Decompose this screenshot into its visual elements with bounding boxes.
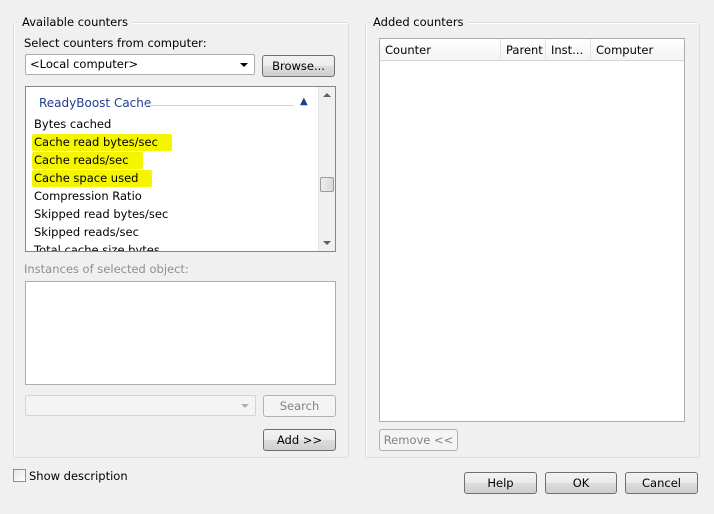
computer-select[interactable]: <Local computer> <box>25 54 255 75</box>
column-counter[interactable]: Counter <box>380 39 501 61</box>
instances-list[interactable] <box>25 281 336 385</box>
category-divider <box>144 105 294 106</box>
counters-list[interactable]: ReadyBoost Cache ▲ Bytes cached Cache rea… <box>25 86 336 252</box>
counter-item[interactable]: Cache space used <box>32 170 153 187</box>
counter-item[interactable]: Total cache size bytes <box>32 242 162 251</box>
added-list-header: Counter Parent Inst... Computer <box>380 39 684 61</box>
scroll-thumb[interactable] <box>320 177 334 192</box>
collapse-chevron-icon[interactable]: ▲ <box>300 96 308 107</box>
chevron-down-icon <box>241 404 249 408</box>
cancel-button[interactable]: Cancel <box>625 472 698 494</box>
category-header[interactable]: ReadyBoost Cache <box>39 96 151 110</box>
browse-button[interactable]: Browse... <box>262 55 335 77</box>
show-description-checkbox[interactable] <box>13 469 26 482</box>
counter-item[interactable]: Skipped reads/sec <box>32 224 141 241</box>
computer-select-value: <Local computer> <box>30 57 139 71</box>
counters-scrollbar[interactable] <box>318 87 335 251</box>
scroll-down-icon[interactable] <box>323 241 331 245</box>
added-counters-title: Added counters <box>370 15 467 29</box>
counter-item[interactable]: Cache read bytes/sec <box>32 134 172 151</box>
instances-search-select[interactable] <box>25 395 256 416</box>
search-button[interactable]: Search <box>263 395 336 417</box>
counter-item[interactable]: Bytes cached <box>32 116 113 133</box>
available-counters-title: Available counters <box>19 15 131 29</box>
help-button[interactable]: Help <box>464 472 537 494</box>
show-description-label[interactable]: Show description <box>29 469 128 483</box>
chevron-down-icon <box>240 63 248 67</box>
counter-item[interactable]: Compression Ratio <box>32 188 144 205</box>
column-computer[interactable]: Computer <box>591 39 684 61</box>
instances-label: Instances of selected object: <box>24 262 189 276</box>
remove-button[interactable]: Remove << <box>379 429 458 451</box>
added-counters-list[interactable]: Counter Parent Inst... Computer <box>379 38 685 422</box>
column-instance[interactable]: Inst... <box>546 39 591 61</box>
column-parent[interactable]: Parent <box>501 39 546 61</box>
select-computer-label: Select counters from computer: <box>24 36 207 50</box>
counter-item[interactable]: Cache reads/sec <box>32 152 143 169</box>
scroll-up-icon[interactable] <box>323 93 331 97</box>
ok-button[interactable]: OK <box>545 472 617 494</box>
add-button[interactable]: Add >> <box>263 429 336 451</box>
counter-item[interactable]: Skipped read bytes/sec <box>32 206 170 223</box>
